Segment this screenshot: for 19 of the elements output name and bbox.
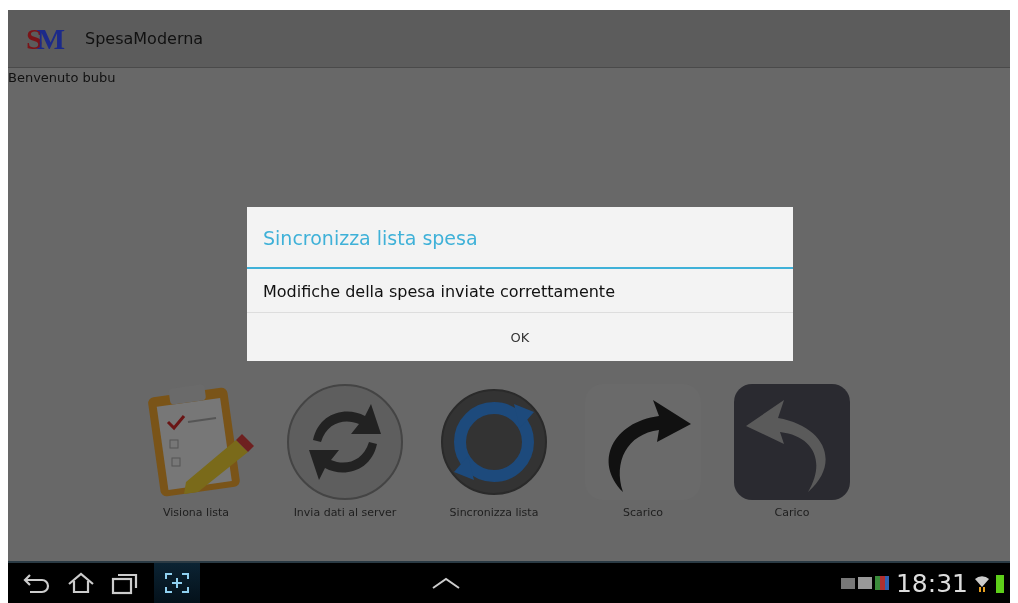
launcher-label[interactable]: Invia dati al server	[293, 506, 397, 519]
welcome-text: Benvenuto bubu	[8, 69, 116, 85]
swap-arrows-icon[interactable]	[285, 382, 405, 502]
launcher-label[interactable]: Sincronizza lista	[449, 506, 539, 519]
screenshot-icon	[162, 571, 192, 595]
screenshot-button[interactable]	[154, 563, 200, 603]
dialog-title: Sincronizza lista spesa	[247, 207, 793, 269]
home-icon[interactable]	[66, 571, 96, 595]
back-icon[interactable]	[22, 571, 52, 595]
launcher-label[interactable]: Scarico	[622, 506, 664, 519]
app-title: SpesaModerna	[85, 29, 204, 48]
recent-apps-icon[interactable]	[110, 571, 140, 595]
notification-icons	[839, 575, 890, 591]
battery-icon	[996, 573, 1004, 593]
caret-up-icon[interactable]	[430, 576, 461, 590]
wifi-icon	[974, 573, 990, 593]
launcher-label[interactable]: Carico	[774, 506, 810, 519]
clock-time: 18:31	[895, 568, 968, 598]
launcher-label[interactable]: Visiona lista	[163, 506, 229, 519]
